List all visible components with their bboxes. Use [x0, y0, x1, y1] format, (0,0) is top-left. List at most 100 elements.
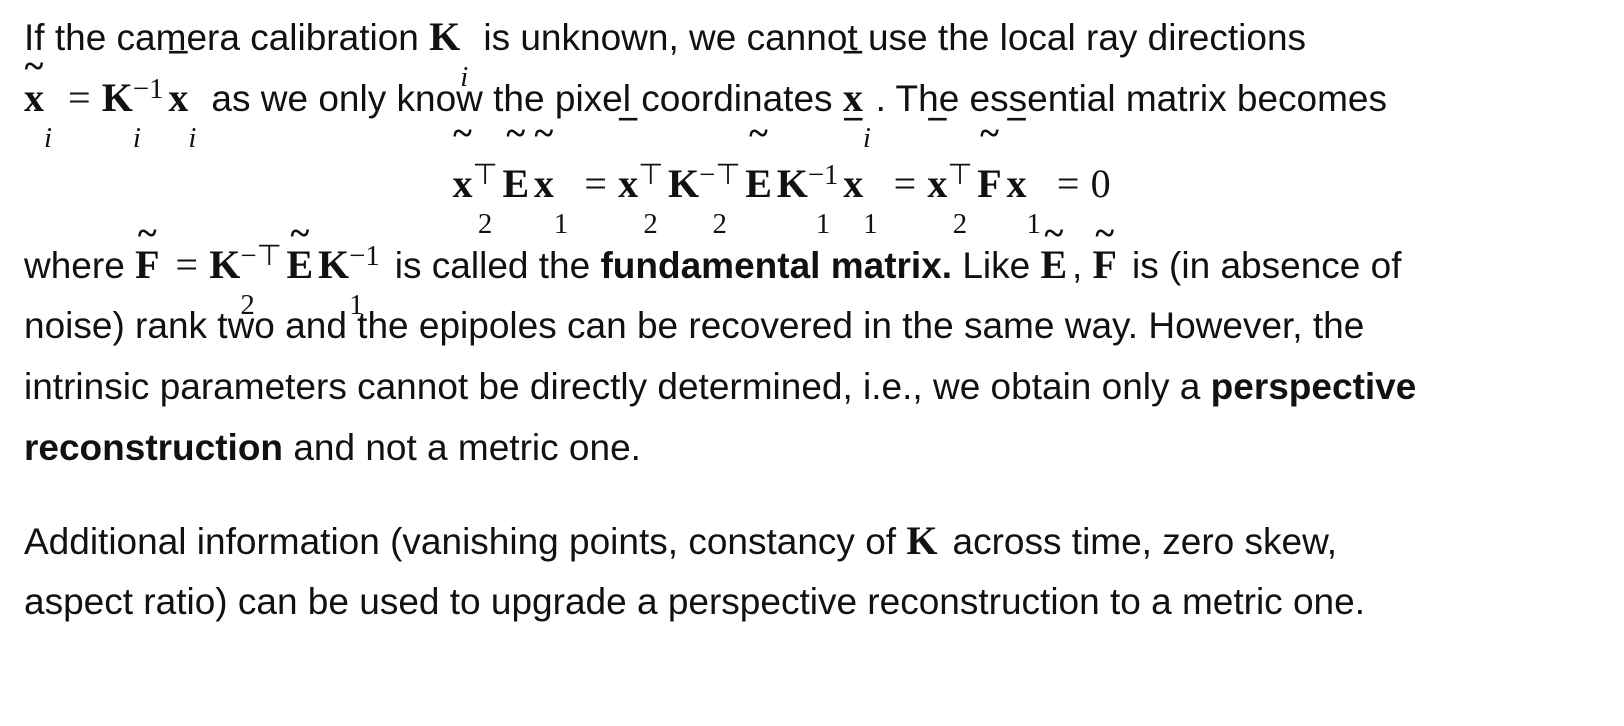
math-scripts: i: [44, 91, 52, 153]
math-scripts: 1: [863, 177, 877, 239]
math-symbol: x ¯ ⊤ 2: [927, 113, 972, 239]
math-base: x ¯: [927, 113, 948, 206]
math-symbol: x ¯ i: [168, 46, 196, 153]
math-accent: ¯: [928, 113, 947, 154]
math-accent: ¯: [169, 46, 188, 87]
math-superscript: −⊤: [240, 240, 282, 273]
text-run: ,: [1071, 245, 1093, 286]
math-expression: K: [906, 518, 942, 563]
math-symbol: x ~ 1: [533, 113, 568, 239]
document-body: If the camera calibration K i is unknown…: [24, 6, 1604, 632]
text-run: Like: [952, 245, 1041, 286]
math-base: K: [101, 75, 133, 120]
math-base: E ~: [502, 113, 530, 206]
math-symbol: F ~: [977, 113, 1002, 234]
paragraph: where F ~ = K −⊤ 2 E ~ K −1 1 is called the fundam…: [24, 213, 1604, 478]
math-symbol: K: [906, 510, 937, 571]
text-run: aspect ratio) can be used to upgrade a p…: [24, 581, 1365, 622]
math-base: x ¯: [618, 113, 639, 206]
math-scripts: −1 i: [133, 75, 164, 153]
math-superscript: −⊤: [699, 159, 741, 192]
math-superscript: [44, 75, 52, 104]
math-superscript: −1: [132, 73, 164, 106]
math-scripts: ⊤ 2: [473, 161, 498, 239]
math-base: K: [776, 161, 808, 206]
math-base: x ¯: [843, 113, 864, 206]
math-base: x ¯: [168, 46, 189, 120]
math-operator: =: [1056, 161, 1080, 206]
math-base: K: [667, 161, 700, 206]
math-base: E ~: [745, 113, 772, 206]
math-superscript: [1027, 161, 1041, 190]
math-base: x ¯: [1006, 113, 1027, 206]
math-symbol: x ¯ 1: [843, 113, 877, 239]
math-subscript: 2: [477, 207, 493, 240]
math-expression: x ~ i = K −1 i x ¯ i: [24, 48, 201, 152]
math-superscript: −1: [807, 159, 839, 192]
math-symbol: x ~ i: [24, 48, 52, 153]
text-run: . The essential matrix becomes: [875, 78, 1387, 119]
math-accent: ~: [1044, 213, 1064, 254]
math-base: K: [906, 518, 938, 563]
math-superscript: −1: [349, 240, 380, 273]
math-superscript: ⊤: [947, 159, 973, 192]
math-symbol: E ~: [502, 113, 530, 234]
math-operator: =: [175, 242, 199, 287]
math-symbol: K −1 1: [776, 134, 839, 239]
math-base: x ~: [452, 113, 473, 206]
math-expression: K i: [429, 14, 473, 91]
math-symbol: E ~: [286, 215, 313, 295]
paragraph: If the camera calibration K i is unknown…: [24, 6, 1604, 152]
math-base: F ~: [977, 113, 1002, 206]
math-operator: =: [893, 161, 917, 206]
text-run: is unknown, we cannot use the local ray …: [473, 17, 1307, 58]
math-accent: ~: [453, 113, 472, 154]
math-subscript: 2: [712, 207, 727, 240]
text-line: x ~ ⊤ 2 E ~ x ~ 1 = x ¯ ⊤ 2 K −⊤ 2 E ~ K −1 1 x ¯ 1 = x ¯ ⊤ 2 F ~ x ¯ 1…: [24, 113, 1604, 239]
math-symbol: x ¯ 1: [1006, 113, 1041, 238]
math-scripts: ⊤ 2: [947, 161, 972, 239]
math-symbol: K i: [429, 6, 468, 91]
math-symbol: F ~: [1092, 213, 1117, 295]
math-scripts: 1: [554, 177, 568, 239]
text-run: Additional information (vanishing points…: [24, 521, 907, 562]
text-line: Additional information (vanishing points…: [24, 510, 1604, 571]
text-run: intrinsic parameters cannot be directly …: [24, 366, 1211, 407]
math-subscript: 1: [863, 207, 878, 240]
math-scripts: i: [188, 91, 196, 153]
math-superscript: [188, 75, 196, 104]
math-base: F ~: [135, 213, 160, 287]
math-symbol: F ~: [135, 213, 160, 295]
text-line: If the camera calibration K i is unknown…: [24, 6, 1604, 91]
math-symbol: K −⊤ 2: [209, 234, 282, 320]
text-line: aspect ratio) can be used to upgrade a p…: [24, 571, 1604, 632]
math-accent: ~: [506, 113, 526, 154]
text-run: is (in absence of: [1121, 245, 1402, 286]
math-symbol: E ~: [745, 113, 772, 234]
math-accent: ~: [534, 113, 554, 154]
bold-term: perspective: [1210, 366, 1417, 407]
math-accent: ¯: [844, 113, 863, 154]
text-run: across time, zero skew,: [942, 521, 1338, 562]
text-run: is called the: [384, 245, 601, 286]
math-subscript: i: [188, 121, 197, 154]
math-base: F ~: [1092, 213, 1117, 287]
math-superscript: ⊤: [638, 159, 664, 192]
math-symbol: K −⊤ 2: [667, 134, 741, 239]
text-line: intrinsic parameters cannot be directly …: [24, 356, 1604, 417]
math-base: x ~: [533, 113, 554, 206]
math-subscript: 1: [553, 207, 569, 240]
math-accent: ~: [24, 46, 44, 87]
math-accent: ~: [980, 113, 999, 154]
math-accent: ¯: [843, 46, 862, 87]
math-symbol: x ¯ ⊤ 2: [618, 113, 664, 238]
math-subscript: i: [132, 121, 141, 154]
paragraph: Additional information (vanishing points…: [24, 510, 1604, 632]
text-line: x ~ i = K −1 i x ¯ i as we only know the pixel …: [24, 48, 1604, 152]
math-subscript: 1: [815, 207, 831, 240]
math-subscript: 2: [643, 207, 658, 240]
math-superscript: [460, 14, 468, 43]
math-subscript: i: [460, 60, 469, 93]
bold-term: fundamental matrix.: [600, 245, 953, 286]
math-expression: F ~ = K −⊤ 2 E ~ K −1 1: [135, 215, 384, 319]
